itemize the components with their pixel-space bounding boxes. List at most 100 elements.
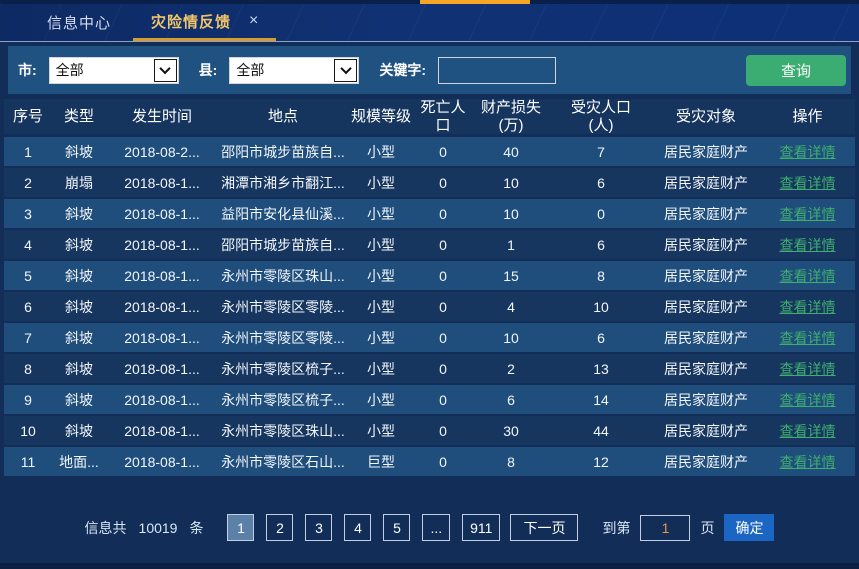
county-select[interactable]: 全部 — [229, 57, 359, 84]
table-cell: 居民家庭财产 — [652, 204, 760, 224]
table-cell: 6 — [550, 330, 652, 346]
close-icon[interactable]: × — [249, 13, 258, 29]
confirm-button[interactable]: 确定 — [724, 514, 774, 541]
page-button[interactable]: 4 — [344, 514, 371, 541]
next-page-button[interactable]: 下一页 — [510, 514, 578, 541]
search-button[interactable]: 查询 — [746, 55, 846, 86]
keyword-input[interactable] — [438, 57, 556, 84]
page-button[interactable]: 911 — [462, 514, 500, 541]
table-cell: 15 — [472, 268, 550, 284]
table-cell: 斜坡 — [52, 390, 106, 410]
top-accent-bar — [420, 0, 530, 4]
view-details-link[interactable]: 查看详情 — [760, 173, 855, 193]
tab-label: 灾险情反馈 — [151, 11, 231, 32]
app-window: 信息中心 灾险情反馈 × 市: 全部 县: 全部 关键字: 查询 序号类型发生时… — [0, 0, 859, 569]
table-cell: 崩塌 — [52, 173, 106, 193]
table-cell: 0 — [414, 144, 472, 160]
table-row: 3斜坡2018-08-1...益阳市安化县仙溪...小型0100居民家庭财产查看… — [4, 199, 855, 230]
table-cell: 10 — [4, 423, 52, 439]
view-details-link[interactable]: 查看详情 — [760, 266, 855, 286]
table-cell: 小型 — [348, 421, 414, 441]
page-button[interactable]: 5 — [383, 514, 410, 541]
goto-page-input[interactable] — [640, 515, 690, 541]
county-label: 县: — [199, 60, 218, 80]
table-cell: 小型 — [348, 266, 414, 286]
table-cell: 7 — [4, 330, 52, 346]
view-details-link[interactable]: 查看详情 — [760, 452, 855, 472]
table-cell: 0 — [414, 206, 472, 222]
view-details-link[interactable]: 查看详情 — [760, 297, 855, 317]
view-details-link[interactable]: 查看详情 — [760, 390, 855, 410]
tab-info-center[interactable]: 信息中心 — [25, 4, 133, 41]
view-details-link[interactable]: 查看详情 — [760, 235, 855, 255]
table-cell: 4 — [472, 299, 550, 315]
page-button[interactable]: 3 — [305, 514, 332, 541]
table-cell: 斜坡 — [52, 297, 106, 317]
table-cell: 8 — [472, 454, 550, 470]
table-row: 4斜坡2018-08-1...邵阳市城步苗族自...小型016居民家庭财产查看详… — [4, 230, 855, 261]
table-cell: 2018-08-2... — [106, 144, 218, 160]
table-cell: 3 — [4, 206, 52, 222]
table-cell: 2018-08-1... — [106, 268, 218, 284]
table-row: 9斜坡2018-08-1...永州市零陵区梳子...小型0614居民家庭财产查看… — [4, 385, 855, 416]
page-button[interactable]: 2 — [266, 514, 293, 541]
table-cell: 10 — [472, 206, 550, 222]
table-cell: 2018-08-1... — [106, 237, 218, 253]
view-details-link[interactable]: 查看详情 — [760, 142, 855, 162]
view-details-link[interactable]: 查看详情 — [760, 359, 855, 379]
chevron-down-icon — [334, 59, 357, 82]
table-cell: 30 — [472, 423, 550, 439]
column-header: 死亡人 口 — [414, 99, 472, 134]
table-cell: 永州市零陵区珠山... — [218, 266, 348, 286]
table-cell: 0 — [414, 454, 472, 470]
page-ellipsis-button[interactable]: ... — [422, 514, 450, 541]
table-cell: 6 — [472, 392, 550, 408]
table-cell: 小型 — [348, 359, 414, 379]
table-cell: 斜坡 — [52, 328, 106, 348]
table-cell: 4 — [4, 237, 52, 253]
column-header: 财产损失 (万) — [472, 99, 550, 134]
table-cell: 小型 — [348, 390, 414, 410]
keyword-label: 关键字: — [379, 60, 426, 80]
table-cell: 居民家庭财产 — [652, 421, 760, 441]
table-cell: 永州市零陵区石山... — [218, 452, 348, 472]
table-cell: 13 — [550, 361, 652, 377]
table-cell: 8 — [4, 361, 52, 377]
table-row: 10斜坡2018-08-1...永州市零陵区珠山...小型03044居民家庭财产… — [4, 416, 855, 447]
table-cell: 0 — [414, 423, 472, 439]
view-details-link[interactable]: 查看详情 — [760, 421, 855, 441]
page-button[interactable]: 1 — [227, 514, 254, 541]
city-select[interactable]: 全部 — [49, 57, 179, 84]
table-cell: 12 — [550, 454, 652, 470]
table-cell: 邵阳市城步苗族自... — [218, 235, 348, 255]
page-unit-label: 页 — [700, 518, 714, 538]
view-details-link[interactable]: 查看详情 — [760, 204, 855, 224]
table-cell: 居民家庭财产 — [652, 452, 760, 472]
goto-label: 到第 — [602, 518, 630, 538]
tab-disaster-feedback[interactable]: 灾险情反馈 × — [133, 4, 276, 41]
table-cell: 10 — [550, 299, 652, 315]
table-cell: 小型 — [348, 173, 414, 193]
top-edge — [0, 0, 859, 4]
table-cell: 0 — [414, 268, 472, 284]
table-cell: 居民家庭财产 — [652, 173, 760, 193]
table-cell: 0 — [414, 330, 472, 346]
table-cell: 巨型 — [348, 452, 414, 472]
table-cell: 0 — [414, 361, 472, 377]
table-row: 5斜坡2018-08-1...永州市零陵区珠山...小型0158居民家庭财产查看… — [4, 261, 855, 292]
table-row: 6斜坡2018-08-1...永州市零陵区零陵...小型0410居民家庭财产查看… — [4, 292, 855, 323]
table-cell: 斜坡 — [52, 142, 106, 162]
main-content: 市: 全部 县: 全部 关键字: 查询 序号类型发生时间地点规模等级死亡人 口财… — [0, 46, 859, 541]
view-details-link[interactable]: 查看详情 — [760, 328, 855, 348]
table-cell: 永州市零陵区梳子... — [218, 390, 348, 410]
table-cell: 2018-08-1... — [106, 423, 218, 439]
city-select-value: 全部 — [50, 60, 154, 80]
table-cell: 44 — [550, 423, 652, 439]
column-header: 操作 — [760, 108, 855, 125]
table-cell: 0 — [414, 299, 472, 315]
table-body: 1斜坡2018-08-2...邵阳市城步苗族自...小型0407居民家庭财产查看… — [4, 137, 855, 478]
table-cell: 10 — [472, 330, 550, 346]
table-cell: 10 — [472, 175, 550, 191]
table-cell: 2018-08-1... — [106, 330, 218, 346]
table-cell: 小型 — [348, 235, 414, 255]
